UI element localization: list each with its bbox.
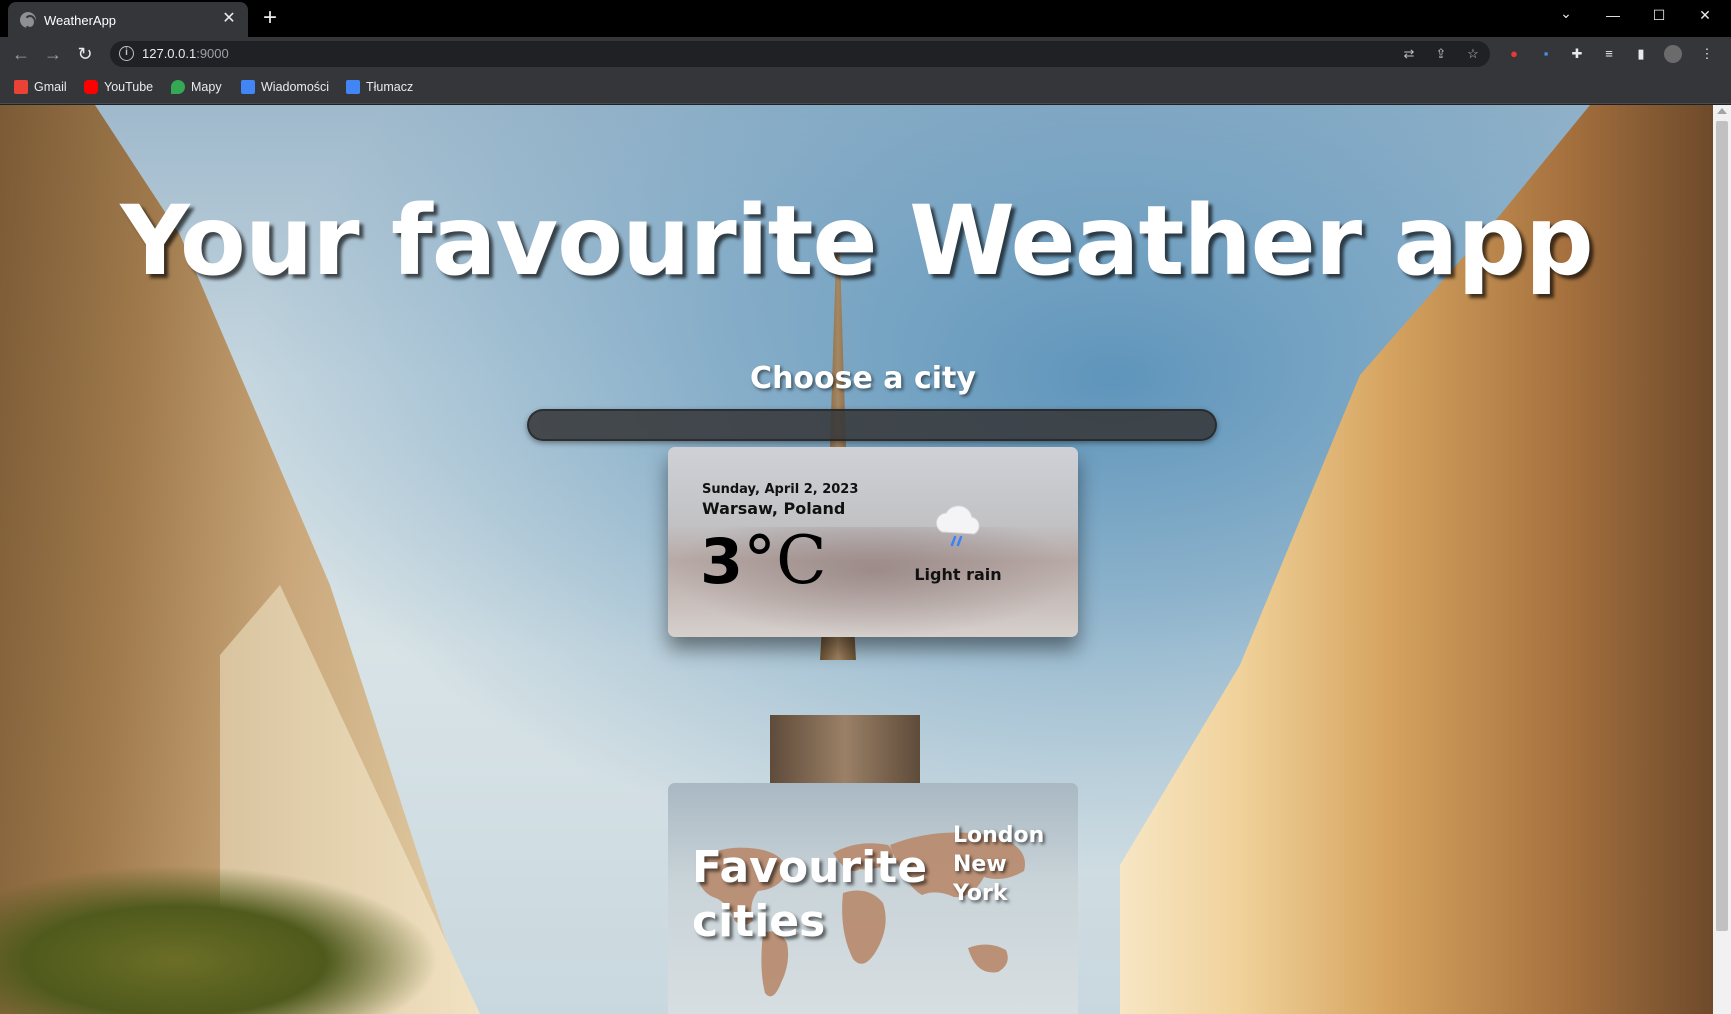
bookmark-star-icon[interactable]: ☆	[1464, 45, 1482, 63]
bookmark-tlumacz[interactable]: Tłumacz	[346, 78, 413, 96]
page-viewport: Your favourite Weather app Choose a city…	[0, 105, 1713, 1014]
browser-toolbar: ← → ↻ i 127.0.0.1:9000 ⇄ ⇪ ☆ ● ▪ ✚ ≡ ▮ ⋮	[0, 37, 1731, 70]
tab-close-icon[interactable]: ✕	[220, 10, 238, 28]
favourite-city-item[interactable]: York	[953, 879, 1044, 908]
site-info-icon[interactable]: i	[119, 46, 134, 61]
extension-blue-icon[interactable]: ▪	[1537, 45, 1555, 63]
reload-icon[interactable]: ↻	[74, 43, 96, 65]
minimize-icon[interactable]: —	[1590, 6, 1636, 38]
url-host: 127.0.0.1	[142, 46, 197, 61]
side-panel-icon[interactable]: ▮	[1632, 45, 1650, 63]
tab-weatherapp[interactable]: WeatherApp ✕	[8, 2, 248, 37]
background-tree	[0, 865, 440, 1014]
youtube-icon	[84, 80, 98, 94]
weather-description: Light rain	[914, 565, 1002, 584]
tab-strip: WeatherApp ✕ + ⌄ — ☐ ✕	[0, 0, 1731, 37]
bookmark-mapy[interactable]: Mapy	[171, 78, 222, 96]
tab-search-icon[interactable]: ⌄	[1543, 4, 1589, 36]
profile-avatar[interactable]	[1664, 45, 1682, 63]
favourite-cities-list: London New York	[953, 821, 1044, 908]
favourite-city-item[interactable]: London	[953, 821, 1044, 850]
bookmark-label: Wiadomości	[261, 80, 330, 94]
window-close-icon[interactable]: ✕	[1682, 6, 1728, 38]
url-port: :9000	[196, 46, 229, 61]
page-scrollbar[interactable]	[1713, 105, 1731, 1014]
extensions-puzzle-icon[interactable]: ✚	[1568, 45, 1586, 63]
bookmark-label: Mapy	[191, 80, 222, 94]
bookmark-label: YouTube	[104, 80, 154, 94]
translate-app-icon	[346, 80, 360, 94]
news-icon	[241, 80, 255, 94]
maps-pin-icon	[171, 80, 185, 94]
favourite-city-item[interactable]: New	[953, 850, 1044, 879]
forward-icon[interactable]: →	[42, 43, 64, 65]
choose-city-label: Choose a city	[750, 361, 976, 396]
back-icon[interactable]: ←	[10, 43, 32, 65]
scrollbar-thumb[interactable]	[1716, 121, 1728, 931]
temperature-unit: °C	[743, 522, 827, 599]
weather-city: Warsaw, Poland	[702, 499, 846, 518]
current-weather-card: Sunday, April 2, 2023 Warsaw, Poland 3°C…	[668, 447, 1078, 637]
globe-icon	[20, 12, 36, 29]
bookmark-label: Tłumacz	[366, 80, 414, 94]
favourite-cities-card: Favourite cities London New York	[668, 783, 1078, 1014]
weather-date: Sunday, April 2, 2023	[702, 482, 859, 497]
menu-kebab-icon[interactable]: ⋮	[1698, 45, 1716, 63]
extension-red-icon[interactable]: ●	[1505, 45, 1523, 63]
favourite-title-line2: cities	[692, 896, 826, 947]
maximize-icon[interactable]: ☐	[1636, 6, 1682, 38]
favourite-title-line1: Favourite	[692, 842, 928, 893]
new-tab-button[interactable]: +	[258, 6, 282, 30]
temperature: 3°C	[700, 525, 827, 598]
share-icon[interactable]: ⇪	[1432, 45, 1450, 63]
gmail-icon	[14, 80, 28, 94]
bookmark-gmail[interactable]: Gmail	[14, 78, 67, 96]
reading-list-icon[interactable]: ≡	[1600, 45, 1618, 63]
scroll-up-arrow-icon[interactable]	[1717, 108, 1727, 114]
light-rain-icon	[935, 505, 980, 547]
bookmark-label: Gmail	[34, 80, 67, 94]
city-search-input[interactable]	[527, 409, 1217, 441]
temperature-value: 3	[700, 525, 744, 598]
address-bar[interactable]: i 127.0.0.1:9000 ⇄ ⇪ ☆	[110, 41, 1490, 67]
bookmarks-bar: Gmail YouTube Mapy Wiadomości Tłumacz	[0, 70, 1731, 104]
favourite-cities-title: Favourite cities	[692, 841, 927, 949]
bookmark-youtube[interactable]: YouTube	[84, 78, 153, 96]
translate-icon[interactable]: ⇄	[1400, 45, 1418, 63]
bookmark-wiadomosci[interactable]: Wiadomości	[241, 78, 329, 96]
page-title: Your favourite Weather app	[120, 185, 1594, 297]
tab-title: WeatherApp	[44, 13, 117, 28]
url-text[interactable]: 127.0.0.1:9000	[142, 46, 229, 61]
